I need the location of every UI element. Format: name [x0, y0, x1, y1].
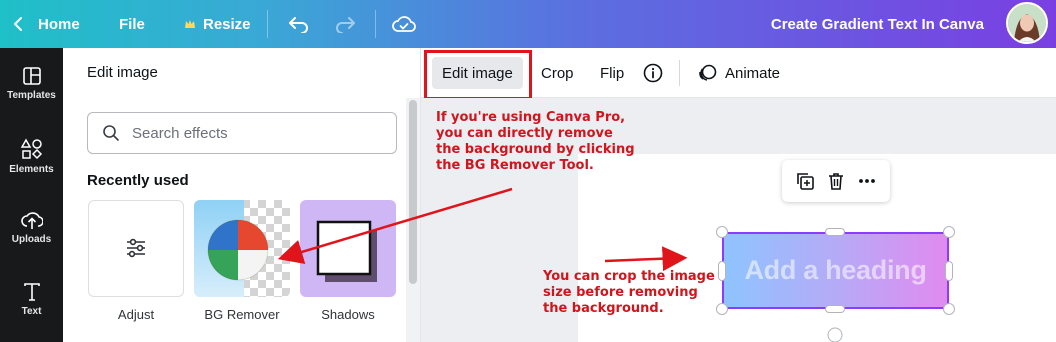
divider: [267, 10, 268, 38]
more-icon[interactable]: [857, 171, 877, 191]
rotate-handle[interactable]: [826, 326, 844, 342]
cloud-check-icon: [392, 16, 416, 32]
heading-text[interactable]: Add a heading: [744, 255, 926, 286]
highlight-box: [424, 50, 532, 100]
home-button[interactable]: Home: [12, 0, 80, 48]
divider: [375, 10, 376, 38]
crop-button[interactable]: Crop: [531, 57, 584, 89]
trash-icon[interactable]: [826, 171, 846, 191]
selected-heading-element[interactable]: Add a heading: [722, 232, 949, 309]
beach-ball-image: [194, 200, 290, 297]
bg-remover-label: BG Remover: [204, 307, 280, 322]
resize-label: Resize: [203, 15, 251, 33]
flip-button[interactable]: Flip: [590, 57, 634, 89]
panel-scrollbar[interactable]: [406, 98, 420, 342]
animate-button[interactable]: Animate: [687, 57, 790, 89]
resize-handle-top-left[interactable]: [716, 226, 728, 238]
resize-button[interactable]: Resize: [184, 0, 251, 48]
resize-handle-bottom-right[interactable]: [943, 303, 955, 315]
text-icon: [23, 283, 40, 301]
resize-handle-top-right[interactable]: [943, 226, 955, 238]
panel-title: Edit image: [87, 64, 158, 81]
rail-item-uploads[interactable]: Uploads: [0, 210, 63, 274]
animate-label: Animate: [725, 64, 781, 82]
templates-icon: [22, 67, 41, 85]
shadows-label: Shadows: [321, 307, 375, 322]
shadow-square-icon: [316, 220, 377, 282]
recently-used-heading: Recently used: [87, 172, 189, 189]
shadows-tile[interactable]: [300, 200, 396, 297]
file-label: File: [119, 15, 145, 33]
search-effects-input[interactable]: Search effects: [87, 112, 397, 154]
duplicate-icon[interactable]: [795, 171, 815, 191]
file-menu-button[interactable]: File: [119, 0, 145, 48]
scrollbar-thumb[interactable]: [409, 100, 417, 284]
rail-label: Uploads: [11, 234, 52, 245]
resize-handle-bottom-left[interactable]: [716, 303, 728, 315]
cloud-save-button[interactable]: [392, 0, 416, 48]
rail-item-templates[interactable]: Templates: [0, 66, 63, 130]
rail-label: Elements: [9, 164, 54, 175]
chevron-left-icon: [14, 17, 22, 31]
crop-note: You can crop the image size before remov…: [543, 269, 715, 316]
undo-icon: [289, 17, 308, 33]
avatar[interactable]: [1006, 2, 1048, 44]
user-photo: [1008, 4, 1046, 42]
left-rail: Templates Elements Uploads Text: [0, 48, 63, 342]
crown-icon: [185, 20, 195, 28]
adjust-tile[interactable]: [88, 200, 184, 297]
redo-icon: [336, 17, 355, 33]
search-placeholder: Search effects: [132, 124, 228, 142]
info-icon: [643, 63, 663, 83]
undo-button[interactable]: [288, 0, 310, 48]
rail-label: Templates: [7, 90, 56, 101]
uploads-icon: [20, 212, 43, 229]
top-bar: Home File Resize Create Gradient Text In…: [0, 0, 1056, 48]
resize-handle-right[interactable]: [945, 261, 953, 281]
rail-item-elements[interactable]: Elements: [0, 138, 63, 202]
resize-handle-top[interactable]: [825, 228, 845, 236]
resize-handle-left[interactable]: [718, 261, 726, 281]
bg-remover-note: If you're using Canva Pro, you can direc…: [436, 110, 635, 173]
sliders-icon: [127, 238, 145, 258]
resize-handle-bottom[interactable]: [825, 305, 845, 313]
rail-label: Text: [21, 306, 42, 317]
adjust-label: Adjust: [117, 307, 155, 322]
home-label: Home: [38, 15, 80, 33]
rail-item-text[interactable]: Text: [0, 282, 63, 342]
animate-icon: [699, 64, 717, 81]
document-title[interactable]: Create Gradient Text In Canva: [771, 0, 984, 48]
search-icon: [103, 125, 119, 141]
element-toolbar: [782, 160, 890, 202]
info-button[interactable]: [635, 57, 671, 89]
divider: [679, 60, 680, 86]
elements-icon: [20, 138, 42, 160]
bg-remover-tile[interactable]: [194, 200, 290, 297]
edit-image-panel: Edit image Search effects Recently used …: [63, 48, 421, 342]
redo-button[interactable]: [334, 0, 356, 48]
